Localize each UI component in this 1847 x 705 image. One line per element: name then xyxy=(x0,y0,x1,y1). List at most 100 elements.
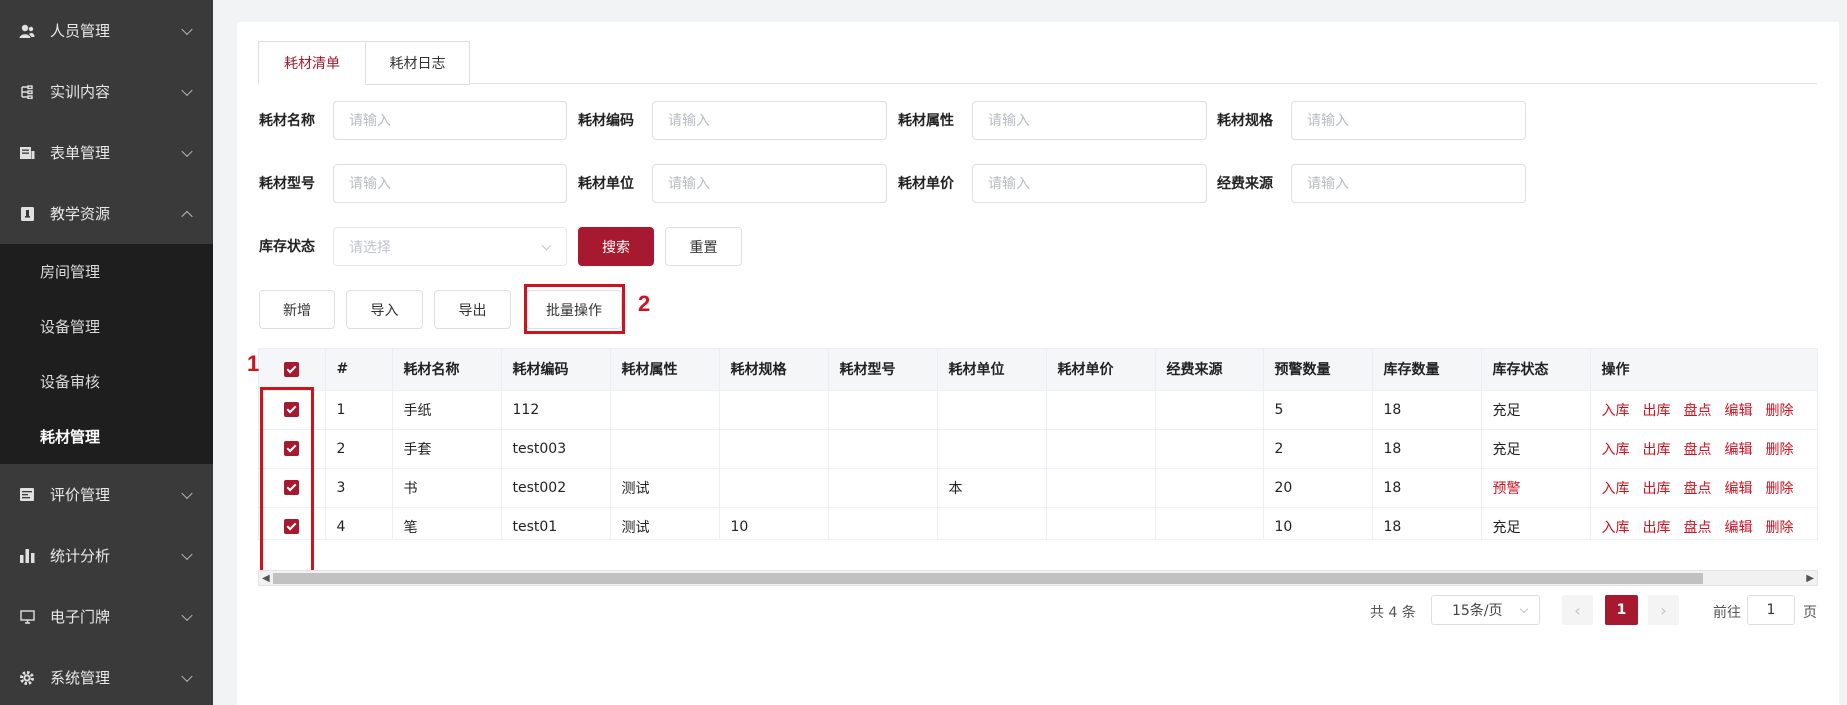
export-button[interactable]: 导出 xyxy=(434,290,511,329)
spec-input[interactable] xyxy=(1291,101,1526,140)
cell-model xyxy=(828,390,938,430)
stock-out-link[interactable]: 出库 xyxy=(1643,481,1671,497)
chevron-left-icon: ‹ xyxy=(1574,600,1581,620)
edit-link[interactable]: 编辑 xyxy=(1725,520,1753,536)
sidebar-item-teaching-resources[interactable]: 教学资源 xyxy=(0,183,213,244)
stock-in-link[interactable]: 入库 xyxy=(1602,403,1630,419)
stock-out-link[interactable]: 出库 xyxy=(1643,403,1671,419)
edit-link[interactable]: 编辑 xyxy=(1725,481,1753,497)
sidebar-item-label: 评价管理 xyxy=(50,486,111,504)
sidebar-subitem-equipment-review[interactable]: 设备审核 xyxy=(0,354,213,409)
stock-in-link[interactable]: 入库 xyxy=(1602,481,1630,497)
cell-unit-price xyxy=(1046,507,1156,539)
unit-input[interactable] xyxy=(652,164,887,203)
tab-consumables-log[interactable]: 耗材日志 xyxy=(365,41,470,85)
name-input[interactable] xyxy=(333,101,567,140)
chevron-down-icon xyxy=(181,670,193,682)
column-header: 预警数量 xyxy=(1263,349,1373,391)
chevron-down-icon xyxy=(181,84,193,96)
delete-link[interactable]: 删除 xyxy=(1766,481,1794,497)
stock-out-link[interactable]: 出库 xyxy=(1643,442,1671,458)
cell-actions: 入库 出库 盘点 编辑 删除 xyxy=(1590,429,1817,469)
inventory-check-link[interactable]: 盘点 xyxy=(1684,520,1712,536)
cell-stock-qty: 18 xyxy=(1372,468,1482,508)
sidebar-subitem-rooms[interactable]: 房间管理 xyxy=(0,244,213,299)
chevron-up-icon xyxy=(181,210,193,222)
cell-actions: 入库 出库 盘点 编辑 删除 xyxy=(1590,468,1817,508)
inventory-check-link[interactable]: 盘点 xyxy=(1684,481,1712,497)
delete-link[interactable]: 删除 xyxy=(1766,442,1794,458)
column-header: 耗材规格 xyxy=(719,349,829,391)
cell-name: 书 xyxy=(392,468,502,508)
chevron-down-icon xyxy=(181,487,193,499)
sidebar-item-personnel[interactable]: 人员管理 xyxy=(0,0,213,61)
cell-warning-qty: 20 xyxy=(1263,468,1373,508)
chevron-right-icon: › xyxy=(1660,600,1667,620)
stock-status-select[interactable]: 请选择 xyxy=(333,227,567,266)
code-input[interactable] xyxy=(652,101,887,140)
next-page-button[interactable]: › xyxy=(1648,595,1679,625)
sidebar-item-label: 统计分析 xyxy=(50,547,111,565)
stock-out-link[interactable]: 出库 xyxy=(1643,520,1671,536)
cell-attribute xyxy=(610,390,720,430)
goto-page-input[interactable] xyxy=(1747,595,1795,625)
chevron-down-icon xyxy=(181,145,193,157)
cell-model xyxy=(828,429,938,469)
delete-link[interactable]: 删除 xyxy=(1766,520,1794,536)
cell-warning-qty: 5 xyxy=(1263,390,1373,430)
sidebar-subitem-consumables[interactable]: 耗材管理 xyxy=(0,409,213,464)
cell-stock-status: 充足 xyxy=(1481,429,1591,469)
scroll-right-icon[interactable]: ▶ xyxy=(1806,573,1814,584)
search-button[interactable]: 搜索 xyxy=(578,227,654,266)
inventory-check-link[interactable]: 盘点 xyxy=(1684,442,1712,458)
cell-unit-price xyxy=(1046,390,1156,430)
delete-link[interactable]: 删除 xyxy=(1766,403,1794,419)
cell-unit xyxy=(937,390,1047,430)
model-input[interactable] xyxy=(333,164,567,203)
column-header: 耗材编码 xyxy=(501,349,611,391)
edit-link[interactable]: 编辑 xyxy=(1725,403,1753,419)
sidebar-item-e-signage[interactable]: 电子门牌 xyxy=(0,586,213,647)
table-horizontal-scrollbar[interactable]: ◀ ▶ xyxy=(258,570,1818,586)
cell-attribute xyxy=(610,429,720,469)
cell-stock-qty: 18 xyxy=(1372,429,1482,469)
unit-price-input[interactable] xyxy=(972,164,1207,203)
column-header: 库存状态 xyxy=(1481,349,1591,391)
total-count: 共 4 条 xyxy=(1370,605,1416,621)
cell-actions: 入库 出库 盘点 编辑 删除 xyxy=(1590,390,1817,430)
cell-code: test01 xyxy=(501,507,611,539)
inventory-check-link[interactable]: 盘点 xyxy=(1684,403,1712,419)
annotation-number-1: 1 xyxy=(247,351,260,376)
sidebar-item-evaluation[interactable]: 评价管理 xyxy=(0,464,213,525)
select-all-checkbox[interactable] xyxy=(284,361,300,377)
edit-link[interactable]: 编辑 xyxy=(1725,442,1753,458)
page-size-select[interactable]: 15条/页 xyxy=(1431,595,1540,625)
cell-stock-status: 充足 xyxy=(1481,390,1591,430)
tab-consumables-list[interactable]: 耗材清单 xyxy=(258,41,366,85)
cell-stock-qty: 18 xyxy=(1372,507,1482,539)
cell-index: 2 xyxy=(325,429,393,469)
cell-name: 手套 xyxy=(392,429,502,469)
scrollbar-thumb[interactable] xyxy=(273,573,1703,584)
sidebar-item-system[interactable]: 系统管理 xyxy=(0,647,213,705)
sidebar-item-forms[interactable]: 表单管理 xyxy=(0,122,213,183)
cell-name: 手纸 xyxy=(392,390,502,430)
select-all-cell[interactable] xyxy=(259,349,326,391)
sidebar-subitem-equipment[interactable]: 设备管理 xyxy=(0,299,213,354)
sidebar-item-statistics[interactable]: 统计分析 xyxy=(0,525,213,586)
scroll-left-icon[interactable]: ◀ xyxy=(262,573,270,584)
add-button[interactable]: 新增 xyxy=(259,290,335,329)
cell-funding-source xyxy=(1155,390,1264,430)
attribute-input[interactable] xyxy=(972,101,1207,140)
cell-spec xyxy=(719,390,829,430)
stock-in-link[interactable]: 入库 xyxy=(1602,520,1630,536)
funding-source-input[interactable] xyxy=(1291,164,1526,203)
cell-spec xyxy=(719,429,829,469)
column-header: 库存数量 xyxy=(1372,349,1482,391)
prev-page-button[interactable]: ‹ xyxy=(1562,595,1593,625)
sidebar-item-training[interactable]: 实训内容 xyxy=(0,61,213,122)
import-button[interactable]: 导入 xyxy=(346,290,423,329)
page-1-button[interactable]: 1 xyxy=(1605,595,1638,625)
stock-in-link[interactable]: 入库 xyxy=(1602,442,1630,458)
reset-button[interactable]: 重置 xyxy=(665,227,742,266)
